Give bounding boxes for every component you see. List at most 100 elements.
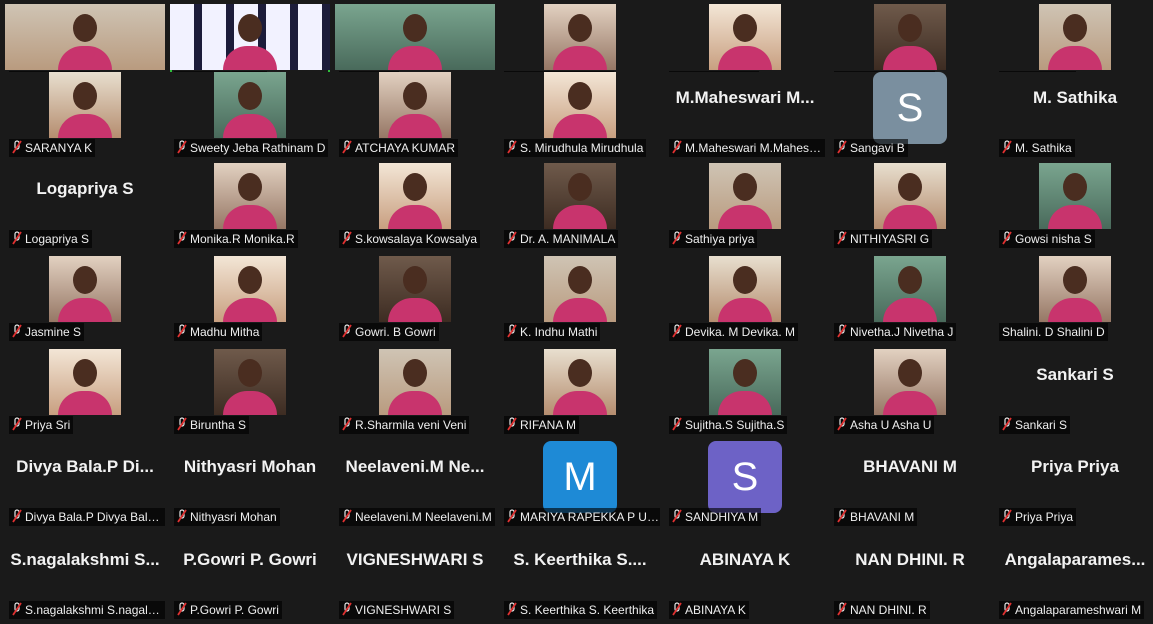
participant-name: Sujitha.S Sujitha.S xyxy=(685,418,785,432)
participant-body xyxy=(718,46,772,70)
participant-head xyxy=(403,173,427,201)
participant-body xyxy=(883,391,937,415)
mic-muted-icon xyxy=(507,509,517,523)
mic-muted-icon xyxy=(507,140,517,154)
participant-name: ABINAYA K xyxy=(685,603,746,617)
mic-slash xyxy=(342,509,352,523)
participant-name: RIFANA M xyxy=(520,418,577,432)
participant-video xyxy=(379,256,451,322)
mic-muted-icon xyxy=(672,140,682,154)
mic-slash xyxy=(177,324,187,338)
participant-video xyxy=(544,349,616,415)
participant-tile[interactable]: S.nagalakshmi S... S.nagalakshmi S.nagala… xyxy=(5,534,165,620)
participant-body xyxy=(883,46,937,70)
participant-body xyxy=(553,391,607,415)
mic-muted-icon xyxy=(507,231,517,245)
participant-display-name: Angalaparames... xyxy=(1004,550,1146,569)
participant-tile[interactable]: Devika. M Devika. M xyxy=(665,256,825,342)
participant-tile[interactable]: K. Indhu Mathi xyxy=(500,256,660,342)
participant-tile[interactable]: Monika.R Monika.R xyxy=(170,163,330,249)
participant-head xyxy=(238,266,262,294)
participant-name: Dr. A. MANIMALA xyxy=(520,232,616,246)
mic-slash xyxy=(12,140,22,154)
participant-name-label: ABINAYA K xyxy=(669,601,749,619)
participant-body xyxy=(223,114,277,138)
participant-video xyxy=(874,4,946,70)
participant-tile[interactable]: Nivetha.J Nivetha J xyxy=(830,256,990,342)
participant-tile[interactable]: Gowsi nisha S xyxy=(995,163,1153,249)
participant-display-name: NAN DHINI. R xyxy=(855,550,965,569)
participant-tile[interactable]: VIGNESHWARI S VIGNESHWARI S xyxy=(335,534,495,620)
mic-slash xyxy=(177,140,187,154)
participant-tile[interactable]: Angalaparames... Angalaparameshwari M xyxy=(995,534,1153,620)
participant-video xyxy=(49,256,121,322)
participant-tile[interactable]: SARANYA K xyxy=(5,72,165,158)
participant-tile[interactable]: Neelaveni.M Ne... Neelaveni.M Neelaveni.M xyxy=(335,441,495,527)
participant-tile[interactable]: BHAVANI M BHAVANI M xyxy=(830,441,990,527)
participant-body xyxy=(223,46,277,70)
participant-name-label: S.nagalakshmi S.nagalaks... xyxy=(9,601,165,619)
participant-tile[interactable]: Sujitha.S Sujitha.S xyxy=(665,349,825,435)
mic-slash xyxy=(672,324,682,338)
participant-tile[interactable]: Priya Sri xyxy=(5,349,165,435)
participant-tile[interactable]: Sweety Jeba Rathinam D xyxy=(170,72,330,158)
participant-name: S.kowsalaya Kowsalya xyxy=(355,232,478,246)
mic-muted-icon xyxy=(342,509,352,523)
participant-tile[interactable]: Gowri. B Gowri xyxy=(335,256,495,342)
mic-slash xyxy=(177,417,187,431)
participant-video xyxy=(544,256,616,322)
participant-tile[interactable]: M.Maheswari M... M.Maheswari M.Mahesw... xyxy=(665,72,825,158)
participant-tile[interactable]: M. Sathika M. Sathika xyxy=(995,72,1153,158)
participant-tile[interactable]: Asha U Asha U xyxy=(830,349,990,435)
participant-tile[interactable]: R.Sharmila veni Veni xyxy=(335,349,495,435)
participant-name: Angalaparameshwari M xyxy=(1015,603,1142,617)
participant-tile[interactable]: Logapriya S Logapriya S xyxy=(5,163,165,249)
mic-muted-icon xyxy=(1002,140,1012,154)
participant-video xyxy=(49,349,121,415)
participant-tile[interactable]: Sathiya priya xyxy=(665,163,825,249)
participant-name: S. Mirudhula Mirudhula xyxy=(520,141,644,155)
participant-tile[interactable]: Dr. A. MANIMALA xyxy=(500,163,660,249)
participant-head xyxy=(568,82,592,110)
participant-name-label: Sankari S xyxy=(999,416,1071,434)
participant-tile[interactable]: S SANDHIYA M xyxy=(665,441,825,527)
mic-muted-icon xyxy=(507,417,517,431)
participant-body xyxy=(58,46,112,70)
participant-tile[interactable]: RIFANA M xyxy=(500,349,660,435)
participant-tile[interactable]: Jasmine S xyxy=(5,256,165,342)
participant-tile[interactable]: Divya Bala.P Di... Divya Bala.P Divya Bal… xyxy=(5,441,165,527)
participant-tile[interactable]: Priya Priya Priya Priya xyxy=(995,441,1153,527)
participant-name-label: M.Maheswari M.Mahesw... xyxy=(669,139,825,157)
participant-tile[interactable]: ABINAYA K ABINAYA K xyxy=(665,534,825,620)
mic-slash xyxy=(12,231,22,245)
participant-body xyxy=(1048,298,1102,322)
mic-slash xyxy=(1002,140,1012,154)
participant-tile[interactable]: Madhu Mitha xyxy=(170,256,330,342)
mic-slash xyxy=(837,231,847,245)
mic-muted-icon xyxy=(342,602,352,616)
participant-head xyxy=(403,14,427,42)
participant-name-label: S. Mirudhula Mirudhula xyxy=(504,139,647,157)
participant-tile[interactable]: S. Keerthika S.... S. Keerthika S. Keerth… xyxy=(500,534,660,620)
participant-display-name: Nithyasri Mohan xyxy=(183,457,317,476)
participant-name-label: Devika. M Devika. M xyxy=(669,323,799,341)
participant-tile[interactable]: Biruntha S xyxy=(170,349,330,435)
participant-name: Sankari S xyxy=(1015,418,1068,432)
participant-tile[interactable]: Shalini. D Shalini D xyxy=(995,256,1153,342)
participant-tile[interactable]: ATCHAYA KUMAR xyxy=(335,72,495,158)
participant-tile[interactable]: S.kowsalaya Kowsalya xyxy=(335,163,495,249)
participant-tile[interactable]: S. Mirudhula Mirudhula xyxy=(500,72,660,158)
mic-muted-icon xyxy=(1002,417,1012,431)
mic-slash xyxy=(507,140,517,154)
mic-slash xyxy=(672,602,682,616)
participant-tile[interactable]: Sankari S Sankari S xyxy=(995,349,1153,435)
participant-tile[interactable]: P.Gowri P. Gowri P.Gowri P. Gowri xyxy=(170,534,330,620)
participant-tile[interactable]: Nithyasri Mohan Nithyasri Mohan xyxy=(170,441,330,527)
participant-tile[interactable]: NAN DHINI. R NAN DHINI. R xyxy=(830,534,990,620)
participant-tile[interactable]: NITHIYASRI G xyxy=(830,163,990,249)
participant-head xyxy=(1063,173,1087,201)
participant-name-label: NITHIYASRI G xyxy=(834,230,933,248)
participant-tile[interactable]: M MARIYA RAPEKKA P U23... xyxy=(500,441,660,527)
participant-tile[interactable]: S Sangavi B xyxy=(830,72,990,158)
participant-name-label: Sweety Jeba Rathinam D xyxy=(174,139,329,157)
